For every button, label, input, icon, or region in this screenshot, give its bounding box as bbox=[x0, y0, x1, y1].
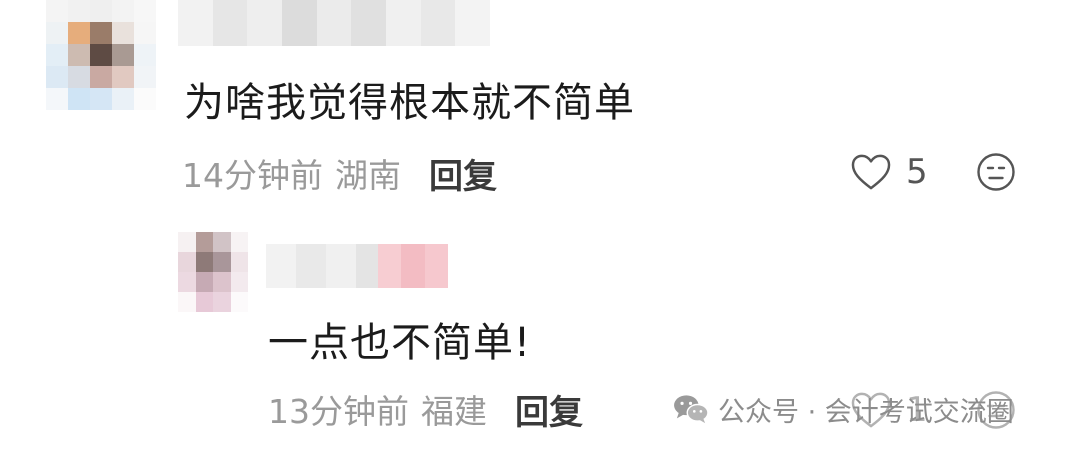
comment-thread: 为啥我觉得根本就不简单 14分钟前 湖南 回复 5 一点也不简单! 13分钟前 … bbox=[0, 0, 1080, 451]
wechat-icon bbox=[674, 395, 709, 424]
reply-time: 13分钟前 bbox=[268, 392, 409, 431]
reply-button[interactable]: 回复 bbox=[515, 385, 583, 434]
commenter-name-blurred[interactable] bbox=[178, 0, 491, 46]
like-button[interactable]: 5 bbox=[850, 152, 928, 192]
reply-button[interactable]: 回复 bbox=[429, 149, 497, 198]
commenter-avatar[interactable] bbox=[46, 0, 156, 110]
watermark: 公众号 · 会计考试交流圈 bbox=[666, 386, 1020, 432]
comment-location: 湖南 bbox=[335, 156, 401, 195]
comment-text: 为啥我觉得根本就不简单 bbox=[184, 80, 635, 126]
reply-text: 一点也不简单! bbox=[268, 320, 532, 366]
heart-outline-icon bbox=[851, 154, 891, 190]
comment-meta: 14分钟前 湖南 回复 bbox=[182, 149, 497, 198]
watermark-text: 公众号 · 会计考试交流圈 bbox=[718, 396, 1014, 428]
like-count: 5 bbox=[906, 152, 928, 192]
reply-location: 福建 bbox=[421, 392, 487, 431]
reply-meta: 13分钟前 福建 回复 bbox=[268, 385, 583, 434]
neutral-face-icon[interactable] bbox=[976, 152, 1016, 192]
reply-avatar[interactable] bbox=[178, 232, 248, 312]
reply-badge-blurred bbox=[378, 244, 448, 288]
comment-time: 14分钟前 bbox=[182, 156, 323, 195]
reply-name-blurred[interactable] bbox=[266, 244, 386, 288]
